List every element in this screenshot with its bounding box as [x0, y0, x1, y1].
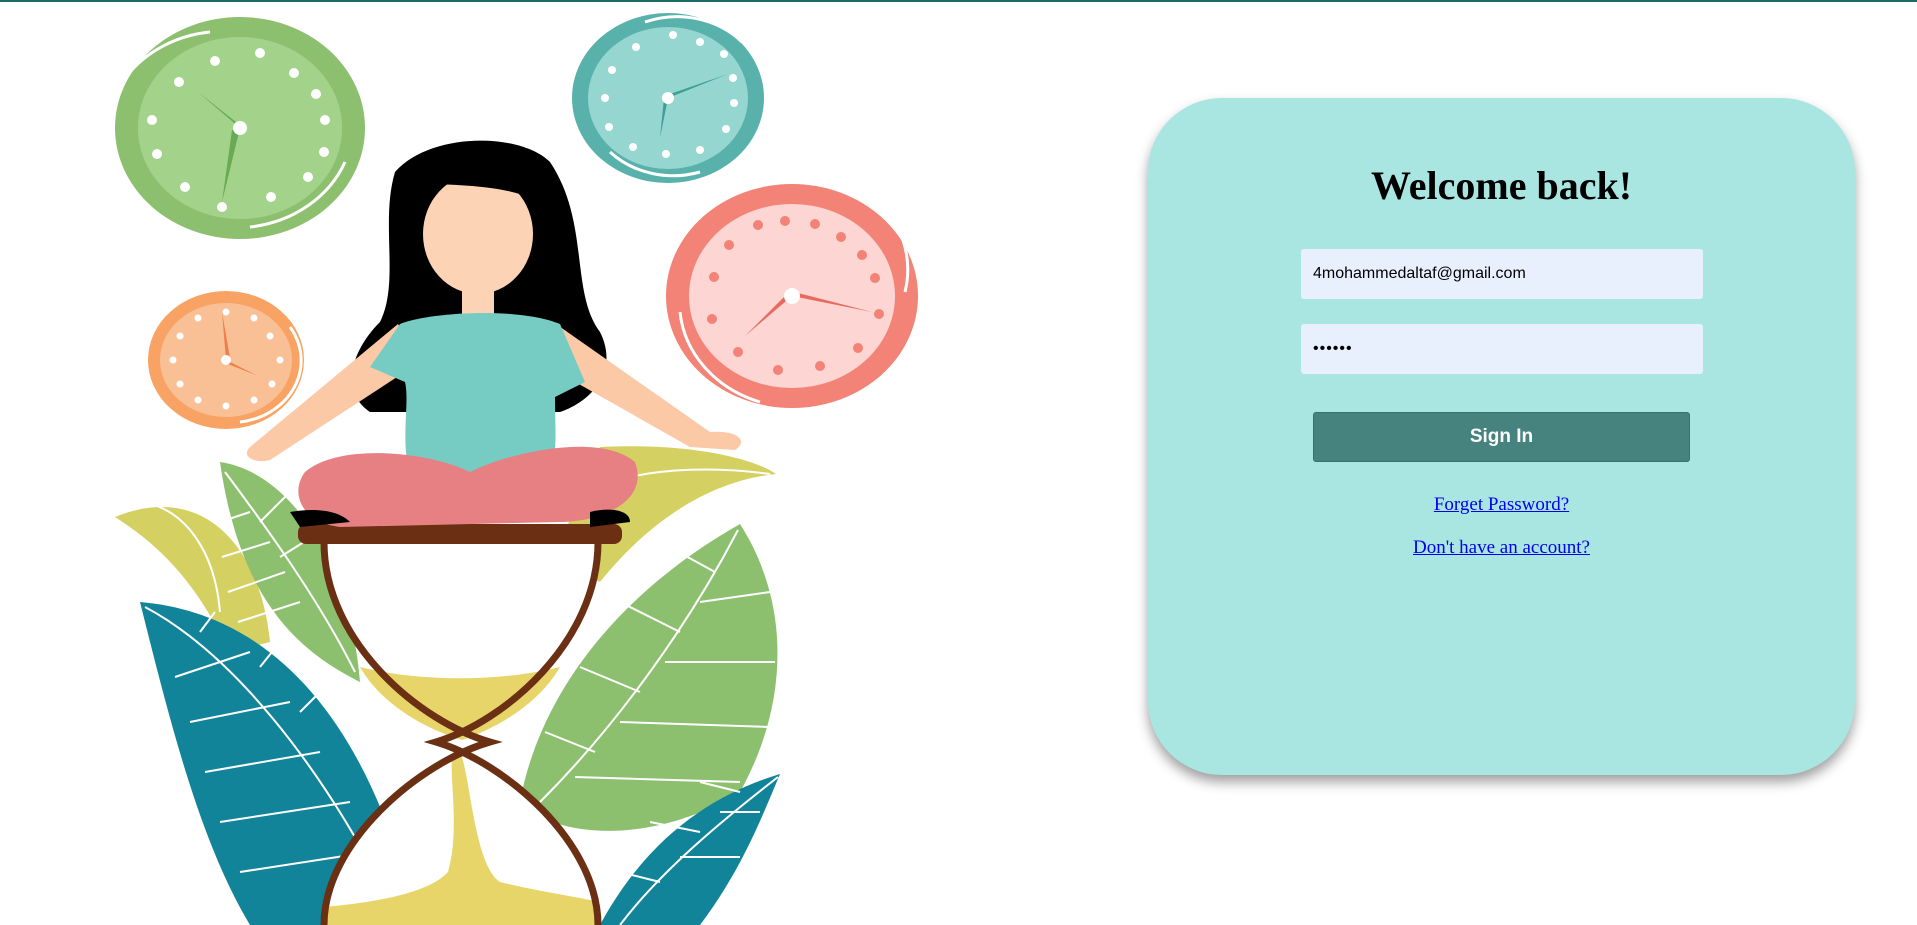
green-clock-icon — [115, 17, 365, 239]
signup-container: Don't have an account? — [1148, 537, 1855, 559]
pink-clock-icon — [666, 184, 918, 408]
meditation-illustration — [0, 2, 1000, 925]
illustration-svg — [115, 13, 918, 925]
login-card: Welcome back! Sign In Forget Password? D… — [1148, 98, 1855, 775]
welcome-heading: Welcome back! — [1370, 163, 1633, 208]
orange-clock-icon — [148, 291, 304, 429]
signup-link[interactable]: Don't have an account? — [1413, 537, 1590, 558]
forgot-password-link[interactable]: Forget Password? — [1434, 494, 1569, 515]
password-field[interactable] — [1301, 324, 1703, 374]
email-field[interactable] — [1301, 249, 1703, 299]
teal-clock-icon — [572, 13, 764, 183]
sign-in-button[interactable]: Sign In — [1313, 412, 1690, 462]
forgot-password-container: Forget Password? — [1148, 494, 1855, 516]
